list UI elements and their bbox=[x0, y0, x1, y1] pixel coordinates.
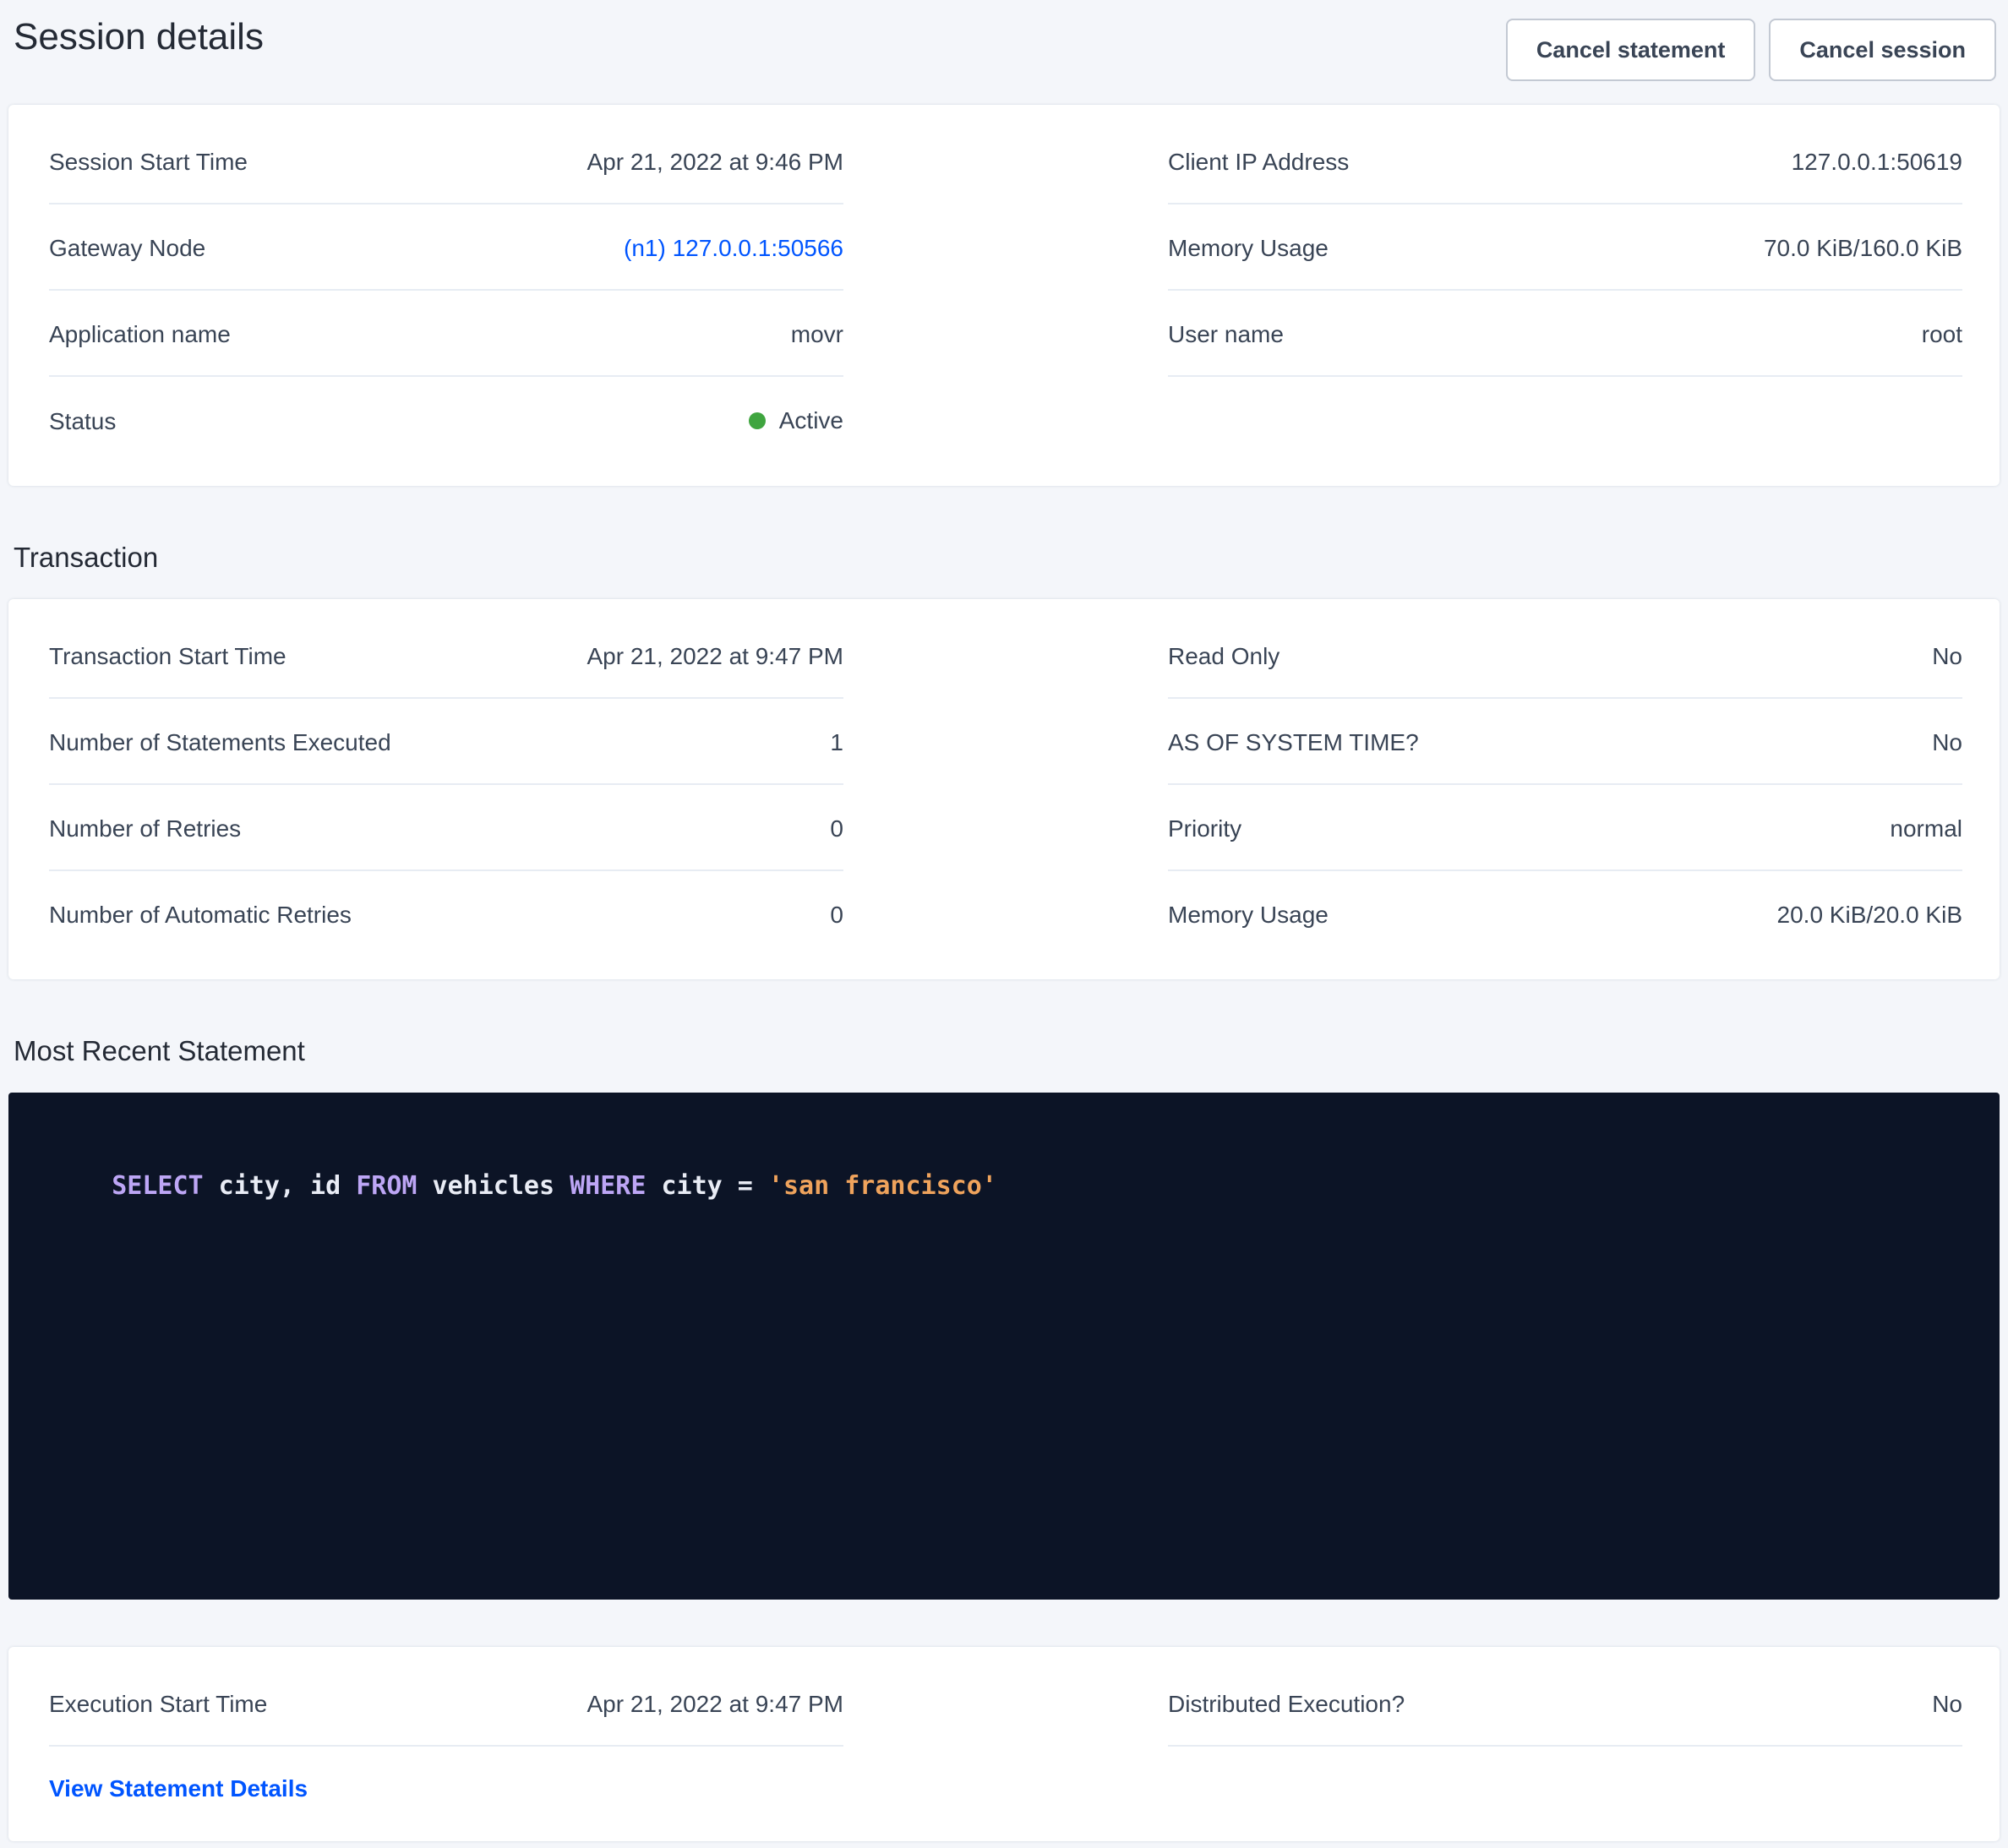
application-name-row: Application name movr bbox=[49, 291, 843, 377]
priority-row: Priority normal bbox=[1168, 785, 1962, 871]
cancel-statement-button[interactable]: Cancel statement bbox=[1506, 19, 1756, 81]
status-label: Status bbox=[49, 406, 116, 436]
as-of-system-time-label: AS OF SYSTEM TIME? bbox=[1168, 728, 1419, 757]
retries-value: 0 bbox=[830, 814, 843, 843]
session-start-time-label: Session Start Time bbox=[49, 147, 248, 177]
session-summary-card: Session Start Time Apr 21, 2022 at 9:46 … bbox=[8, 105, 2000, 486]
retries-row: Number of Retries 0 bbox=[49, 785, 843, 871]
header-actions: Cancel statement Cancel session bbox=[1506, 15, 1996, 81]
priority-value: normal bbox=[1890, 814, 1962, 843]
page-header: Session details Cancel statement Cancel … bbox=[0, 0, 2008, 105]
transaction-memory-usage-value: 20.0 KiB/20.0 KiB bbox=[1777, 900, 1962, 929]
session-memory-usage-value: 70.0 KiB/160.0 KiB bbox=[1764, 233, 1962, 263]
transaction-memory-usage-row: Memory Usage 20.0 KiB/20.0 KiB bbox=[1168, 871, 1962, 956]
transaction-section-heading: Transaction bbox=[0, 542, 2008, 574]
sql-token-plain: vehicles bbox=[417, 1171, 570, 1201]
execution-right-column: Distributed Execution? No bbox=[1168, 1660, 1962, 1811]
statements-executed-label: Number of Statements Executed bbox=[49, 728, 391, 757]
statement-details-link-row: View Statement Details bbox=[49, 1747, 843, 1811]
execution-card: Execution Start Time Apr 21, 2022 at 9:4… bbox=[8, 1647, 2000, 1841]
transaction-left-column: Transaction Start Time Apr 21, 2022 at 9… bbox=[49, 613, 843, 956]
application-name-label: Application name bbox=[49, 319, 231, 349]
application-name-value: movr bbox=[791, 319, 843, 349]
execution-start-time-value: Apr 21, 2022 at 9:47 PM bbox=[587, 1689, 843, 1719]
sql-token-keyword: FROM bbox=[356, 1171, 417, 1201]
status-text: Active bbox=[779, 406, 843, 435]
session-memory-usage-label: Memory Usage bbox=[1168, 233, 1329, 263]
retries-label: Number of Retries bbox=[49, 814, 241, 843]
automatic-retries-row: Number of Automatic Retries 0 bbox=[49, 871, 843, 956]
transaction-start-time-row: Transaction Start Time Apr 21, 2022 at 9… bbox=[49, 613, 843, 699]
read-only-value: No bbox=[1932, 641, 1962, 671]
view-statement-details-link[interactable]: View Statement Details bbox=[49, 1775, 308, 1802]
execution-start-time-row: Execution Start Time Apr 21, 2022 at 9:4… bbox=[49, 1660, 843, 1747]
gateway-node-link[interactable]: (n1) 127.0.0.1:50566 bbox=[624, 233, 843, 263]
user-name-value: root bbox=[1922, 319, 1962, 349]
as-of-system-time-value: No bbox=[1932, 728, 1962, 757]
status-value: Active bbox=[749, 406, 843, 435]
transaction-card: Transaction Start Time Apr 21, 2022 at 9… bbox=[8, 599, 2000, 979]
cancel-session-button[interactable]: Cancel session bbox=[1769, 19, 1996, 81]
status-row: Status Active bbox=[49, 377, 843, 462]
transaction-right-column: Read Only No AS OF SYSTEM TIME? No Prior… bbox=[1168, 613, 1962, 956]
gateway-node-label: Gateway Node bbox=[49, 233, 205, 263]
sql-token-string: 'san francisco' bbox=[768, 1171, 997, 1201]
distributed-execution-label: Distributed Execution? bbox=[1168, 1689, 1405, 1719]
statements-executed-row: Number of Statements Executed 1 bbox=[49, 699, 843, 785]
statements-executed-value: 1 bbox=[830, 728, 843, 757]
client-ip-row: Client IP Address 127.0.0.1:50619 bbox=[1168, 118, 1962, 204]
session-memory-usage-row: Memory Usage 70.0 KiB/160.0 KiB bbox=[1168, 204, 1962, 291]
sql-statement: SELECT city, id FROM vehicles WHERE city… bbox=[51, 1133, 1957, 1240]
sql-statement-box: SELECT city, id FROM vehicles WHERE city… bbox=[8, 1093, 2000, 1600]
priority-label: Priority bbox=[1168, 814, 1241, 843]
transaction-start-time-label: Transaction Start Time bbox=[49, 641, 286, 671]
sql-token-keyword: SELECT bbox=[112, 1171, 203, 1201]
automatic-retries-label: Number of Automatic Retries bbox=[49, 900, 352, 929]
automatic-retries-value: 0 bbox=[830, 900, 843, 929]
statement-section-heading: Most Recent Statement bbox=[0, 1035, 2008, 1067]
session-summary-left-column: Session Start Time Apr 21, 2022 at 9:46 … bbox=[49, 118, 843, 462]
distributed-execution-row: Distributed Execution? No bbox=[1168, 1660, 1962, 1747]
gateway-node-row: Gateway Node (n1) 127.0.0.1:50566 bbox=[49, 204, 843, 291]
user-name-label: User name bbox=[1168, 319, 1284, 349]
sql-token-keyword: WHERE bbox=[570, 1171, 646, 1201]
sql-token-plain: city, id bbox=[204, 1171, 357, 1201]
execution-left-column: Execution Start Time Apr 21, 2022 at 9:4… bbox=[49, 1660, 843, 1811]
read-only-label: Read Only bbox=[1168, 641, 1280, 671]
read-only-row: Read Only No bbox=[1168, 613, 1962, 699]
user-name-row: User name root bbox=[1168, 291, 1962, 377]
session-start-time-value: Apr 21, 2022 at 9:46 PM bbox=[587, 147, 843, 177]
distributed-execution-value: No bbox=[1932, 1689, 1962, 1719]
sql-token-plain: city = bbox=[646, 1171, 768, 1201]
active-status-dot-icon bbox=[749, 412, 766, 429]
as-of-system-time-row: AS OF SYSTEM TIME? No bbox=[1168, 699, 1962, 785]
session-start-time-row: Session Start Time Apr 21, 2022 at 9:46 … bbox=[49, 118, 843, 204]
client-ip-label: Client IP Address bbox=[1168, 147, 1349, 177]
transaction-start-time-value: Apr 21, 2022 at 9:47 PM bbox=[587, 641, 843, 671]
page-title: Session details bbox=[14, 15, 264, 60]
session-summary-right-column: Client IP Address 127.0.0.1:50619 Memory… bbox=[1168, 118, 1962, 462]
execution-start-time-label: Execution Start Time bbox=[49, 1689, 267, 1719]
transaction-memory-usage-label: Memory Usage bbox=[1168, 900, 1329, 929]
client-ip-value: 127.0.0.1:50619 bbox=[1792, 147, 1962, 177]
